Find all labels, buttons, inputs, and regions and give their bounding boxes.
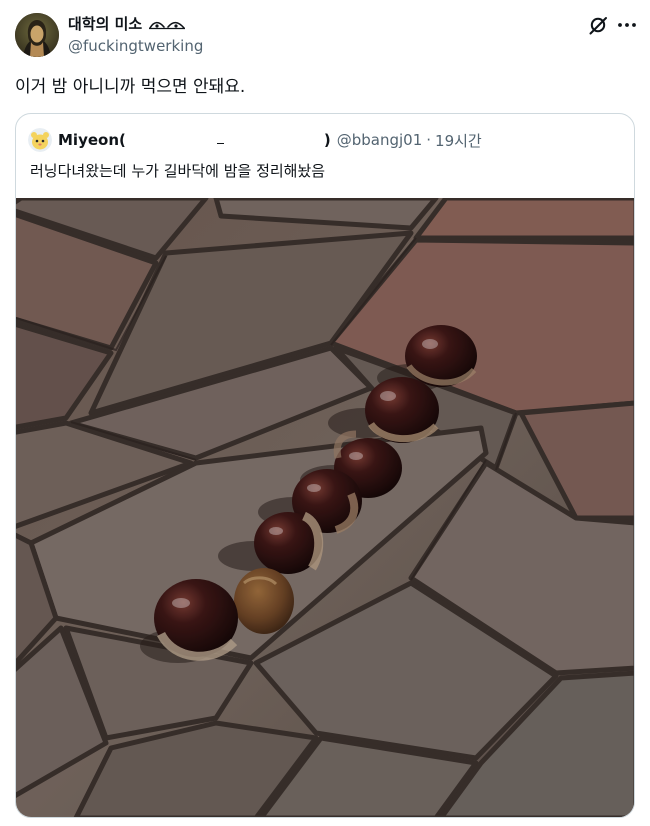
quoted-tweet-card[interactable]: Miyeon( ) @bbangj01 · 19시간 러닝다녀왔는데 누가 길바… — [15, 113, 635, 818]
tweet-text: 이거 밤 아니니까 먹으면 안돼요. — [15, 77, 246, 97]
quoted-display-name-close: ) — [323, 131, 331, 149]
quoted-handle[interactable]: @bbangj01 — [337, 131, 423, 149]
avatar-image — [15, 13, 59, 57]
quoted-name-hidden-emoji — [126, 130, 224, 150]
quoted-tweet-text: 러닝다녀왔는데 누가 길바닥에 밤을 정리해놨음 — [30, 162, 326, 180]
author-display-name[interactable]: 대학의 미소 — [68, 13, 142, 35]
quoted-tweet-header: Miyeon( ) @bbangj01 · 19시간 — [28, 128, 482, 152]
author-handle[interactable]: @fuckingtwerking — [68, 36, 203, 56]
author-name-row: 대학의 미소 — [68, 13, 186, 35]
eyes-emoji-icon — [148, 15, 186, 34]
author-avatar[interactable] — [15, 13, 59, 57]
quoted-separator: · — [426, 131, 432, 149]
more-icon[interactable] — [616, 14, 638, 36]
quoted-tweet-photo[interactable] — [16, 195, 634, 817]
quoted-author-avatar[interactable] — [28, 128, 52, 152]
quoted-timestamp[interactable]: 19시간 — [435, 130, 482, 151]
grok-icon[interactable] — [587, 14, 609, 36]
quoted-display-name[interactable]: Miyeon( — [58, 131, 126, 149]
